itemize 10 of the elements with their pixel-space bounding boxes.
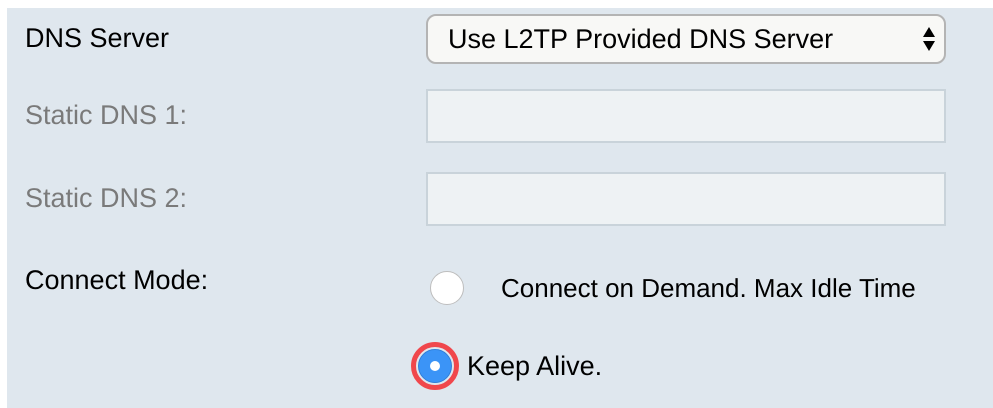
radio-button[interactable] [430,271,464,305]
connect-mode-label: Connect Mode: [24,264,210,297]
radio-option-label: Connect on Demand. Max Idle Time [501,272,916,304]
up-down-caret-icon [922,25,936,53]
radio-option-label: Keep Alive. [467,350,602,383]
dns-server-select[interactable]: Use L2TP Provided DNS Server [426,14,946,64]
dns-server-label: DNS Server [24,22,170,55]
static-dns-label: Static DNS 1: [24,99,188,132]
radio-button[interactable] [418,349,452,383]
static-dns-label: Static DNS 2: [24,182,188,216]
